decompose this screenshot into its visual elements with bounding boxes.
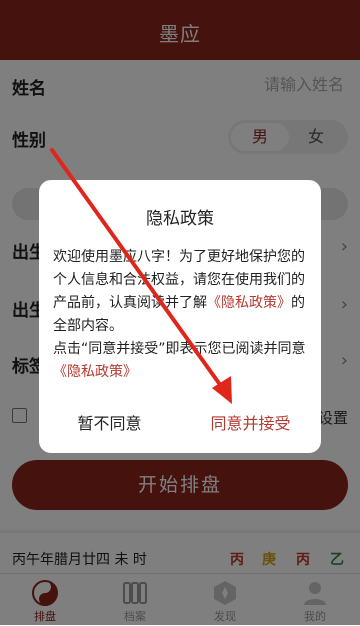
dialog-title: 隐私政策 [146,209,214,229]
privacy-policy-link[interactable]: 《隐私政策》 [53,364,137,380]
privacy-policy-link[interactable]: 《隐私政策》 [207,295,291,311]
dialog-text: 点击“同意并接受”即表示您已阅读并同意 [53,341,306,357]
privacy-dialog: 隐私政策 欢迎使用墨应八字！为了更好地保护您的个人信息和合法权益，请您在使用我们… [39,180,321,453]
dialog-body: 欢迎使用墨应八字！为了更好地保护您的个人信息和合法权益，请您在使用我们的产品前，… [53,246,307,384]
disagree-button[interactable]: 暂不同意 [39,410,180,434]
agree-button[interactable]: 同意并接受 [180,410,321,434]
